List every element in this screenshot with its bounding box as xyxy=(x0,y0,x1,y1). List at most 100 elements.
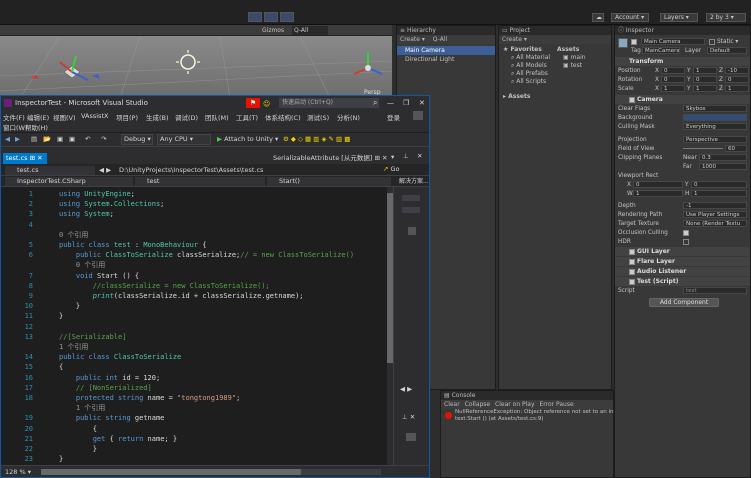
code-line[interactable]: 3 using System; xyxy=(1,209,391,219)
position-x-field[interactable]: 0 xyxy=(661,67,685,74)
code-line[interactable]: 17 // [NonSerialized] xyxy=(1,383,391,393)
back-icon[interactable]: ◀ xyxy=(5,135,10,143)
script-field[interactable]: test xyxy=(683,287,747,294)
hierarchy-search[interactable]: Q-All xyxy=(433,36,447,43)
step-button[interactable] xyxy=(280,12,294,22)
zoom-dropdown[interactable]: 128 % ▾ xyxy=(5,468,31,476)
menu-edit[interactable]: 编辑(E) xyxy=(27,112,49,122)
forward-icon[interactable]: ▶ xyxy=(15,135,20,143)
script-header[interactable]: Test (Script) xyxy=(615,277,750,286)
console-error-line2[interactable]: test.Start () (at Assets/test.cs:9) xyxy=(455,416,543,423)
viewport-x-field[interactable]: 0 xyxy=(633,181,683,188)
quick-launch-input[interactable]: 快速启动 (Ctrl+Q) xyxy=(279,98,379,108)
login-link[interactable]: 登录 xyxy=(387,112,400,122)
hierarchy-tab[interactable]: ≡ Hierarchy xyxy=(397,26,495,35)
menu-analyze[interactable]: 分析(N) xyxy=(337,112,360,122)
gizmos-dropdown[interactable]: Gizmos xyxy=(262,26,284,35)
object-name-field[interactable]: Main Camera xyxy=(641,38,705,45)
position-y-field[interactable]: 1 xyxy=(693,67,717,74)
menu-tools[interactable]: 工具(T) xyxy=(236,112,258,122)
layers-dropdown[interactable]: Layers ▾ xyxy=(660,13,698,22)
hierarchy-item[interactable]: Directional Light xyxy=(397,55,495,64)
maximize-button[interactable]: ❐ xyxy=(403,96,409,110)
code-line[interactable]: 6 public ClassToSerialize classSerialize… xyxy=(1,250,391,260)
scale-y-field[interactable]: 1 xyxy=(693,85,717,92)
viewport-w-field[interactable]: 1 xyxy=(633,190,683,197)
error-pause-button[interactable]: Error Pause xyxy=(539,401,573,408)
viewport-y-field[interactable]: 0 xyxy=(691,181,747,188)
code-line[interactable]: 4 xyxy=(1,220,391,230)
code-line[interactable]: 22 } xyxy=(1,444,391,454)
account-dropdown[interactable]: Account ▾ xyxy=(611,13,649,22)
favorite-item[interactable]: ⌕ All Scripts xyxy=(511,77,546,86)
projection-dropdown[interactable]: Perspective xyxy=(683,136,747,143)
code-line[interactable]: 9 print(classSerialize.id + classSeriali… xyxy=(1,291,391,301)
clear-on-play-button[interactable]: Clear on Play xyxy=(495,401,535,408)
redo-icon[interactable]: ↷ xyxy=(101,135,106,143)
far-field[interactable]: 1000 xyxy=(699,163,747,170)
attach-button[interactable]: ▶ Attach to Unity ▾ xyxy=(217,135,278,143)
code-line[interactable]: 15 { xyxy=(1,362,391,372)
class-combo[interactable]: test xyxy=(135,177,265,186)
tab-serializable[interactable]: SerializableAttribute [从元数据] ⊞ ✕ xyxy=(273,153,387,164)
inspector-tab[interactable]: ⓘ Inspector xyxy=(615,26,750,35)
camera-header[interactable]: Camera xyxy=(615,95,750,104)
clear-flags-dropdown[interactable]: Skybox xyxy=(683,105,747,112)
console-tab[interactable]: ▤ Console xyxy=(441,391,613,400)
side-pin-icon[interactable]: ⊥ ✕ xyxy=(402,413,415,421)
code-line[interactable]: 7 void Start () { xyxy=(1,271,391,281)
rotation-z-field[interactable]: 0 xyxy=(725,76,749,83)
flare-layer-header[interactable]: Flare Layer xyxy=(615,257,750,266)
new-file-icon[interactable]: ▤ xyxy=(31,135,37,143)
code-line[interactable]: 5 public class test : MonoBehaviour { xyxy=(1,240,391,250)
code-line[interactable]: 19 public string getname xyxy=(1,413,391,423)
project-combo[interactable]: InspectorTest.CSharp xyxy=(5,177,133,186)
codelens-annotation[interactable]: 1 个引用 xyxy=(1,342,391,352)
menu-build[interactable]: 生成(B) xyxy=(146,112,169,122)
layout-dropdown[interactable]: 2 by 3 ▾ xyxy=(706,13,746,22)
code-line[interactable]: 21 get { return name; } xyxy=(1,434,391,444)
codelens-annotation[interactable]: 0 个引用 xyxy=(1,260,391,270)
menu-team[interactable]: 团队(M) xyxy=(205,112,229,122)
code-line[interactable]: 13 //[Serializable] xyxy=(1,332,391,342)
menu-help[interactable]: 帮助(H) xyxy=(25,122,48,132)
close-button[interactable]: ✕ xyxy=(419,96,425,110)
project-create-button[interactable]: Create ▾ xyxy=(499,35,611,44)
viewport-h-field[interactable]: 1 xyxy=(691,190,747,197)
asset-file[interactable]: ▣ test xyxy=(563,61,582,70)
near-field[interactable]: 0.3 xyxy=(699,154,747,161)
position-z-field[interactable]: -10 xyxy=(725,67,749,74)
target-texture-field[interactable]: None (Render Textu xyxy=(683,220,747,227)
code-line[interactable]: 20 { xyxy=(1,424,391,434)
platform-dropdown[interactable]: Any CPU ▾ xyxy=(157,134,211,145)
project-tab[interactable]: ▭ Project xyxy=(499,26,611,35)
menu-project[interactable]: 项目(P) xyxy=(116,112,138,122)
hierarchy-item[interactable]: Main Camera xyxy=(397,46,495,55)
feedback-smiley-icon[interactable]: ☺ xyxy=(263,97,270,111)
code-line[interactable]: 8 //classSerialize = new ClassToSerializ… xyxy=(1,281,391,291)
rendering-path-dropdown[interactable]: Use Player Settings xyxy=(683,211,747,218)
tab-overflow-icon[interactable]: ▾ xyxy=(391,153,394,161)
member-combo[interactable]: Start() xyxy=(267,177,391,186)
cloud-icon[interactable]: ☁ xyxy=(592,13,604,22)
pin-icon[interactable]: ⊥ xyxy=(403,152,409,160)
code-line[interactable]: 10 } xyxy=(1,301,391,311)
code-line[interactable]: 2 using System.Collections; xyxy=(1,199,391,209)
tag-dropdown[interactable]: MainCamera xyxy=(642,47,680,54)
path-field[interactable]: D:\UnityProjects\InspectorTest\Assets\te… xyxy=(119,166,381,174)
code-line[interactable]: 14 public class ClassToSerialize xyxy=(1,352,391,362)
menu-file[interactable]: 文件(F) xyxy=(3,112,25,122)
solution-explorer-label[interactable]: 解决方案... xyxy=(399,176,429,185)
code-line[interactable]: 11} xyxy=(1,311,391,321)
menu-debug[interactable]: 调试(D) xyxy=(175,112,198,122)
menu-vassistx[interactable]: VAssistX xyxy=(81,112,108,120)
toolbar-extra-icon[interactable]: ⚙ ◆ ◇ ▦ ▥ ◈ ✎ ▧ ▩ xyxy=(283,135,350,143)
object-active-toggle[interactable] xyxy=(631,38,639,46)
panel-close-icon[interactable]: ✕ xyxy=(417,152,422,160)
code-line[interactable]: 18 protected string name = "tongtong1989… xyxy=(1,393,391,403)
play-button[interactable] xyxy=(248,12,262,22)
open-icon[interactable]: 📂 xyxy=(43,135,51,143)
codelens-annotation[interactable]: 1 个引用 xyxy=(1,403,391,413)
nav-arrows-icon[interactable]: ◀ ▶ xyxy=(99,166,117,174)
codelens-annotation[interactable]: 0 个引用 xyxy=(1,230,391,240)
